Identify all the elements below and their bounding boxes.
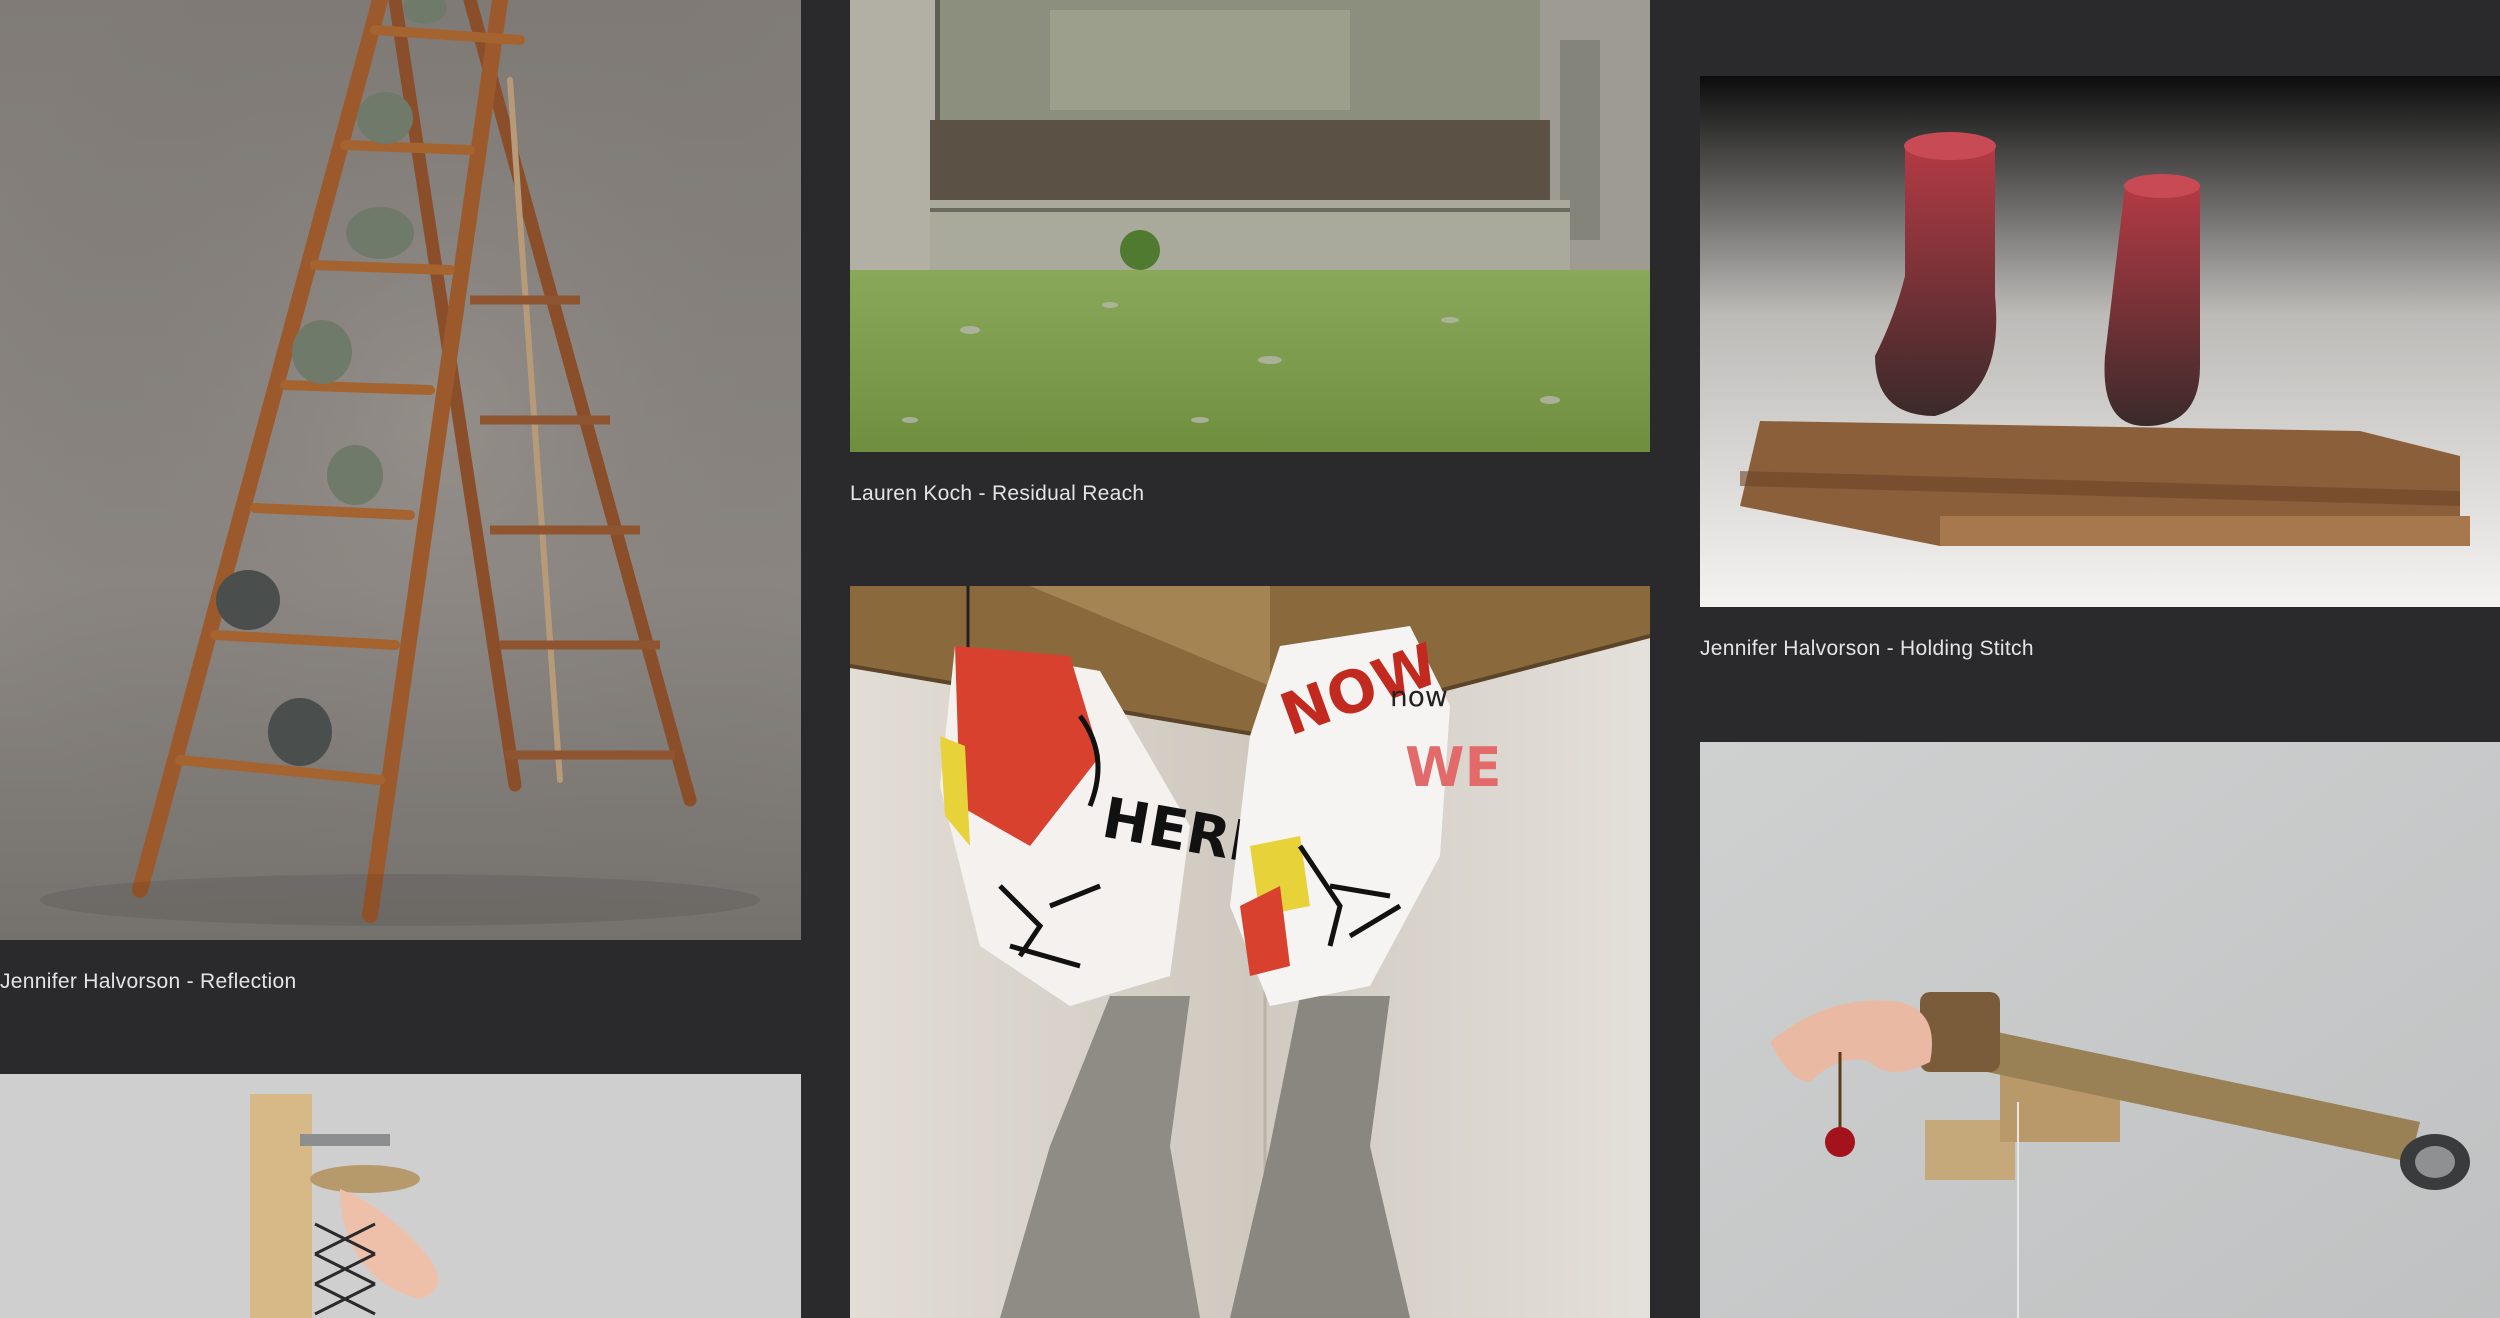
artwork-caption-residual-reach[interactable]: Lauren Koch - Residual Reach <box>850 482 1144 506</box>
svg-text:WE: WE <box>1405 736 1501 799</box>
artwork-image-residual-reach[interactable] <box>850 0 1650 452</box>
svg-text:now: now <box>1390 680 1448 713</box>
artwork-image-hand-cherry[interactable] <box>1700 742 2500 1318</box>
artwork-gallery: Jennifer Halvorson - Reflection Lauren K… <box>0 0 2500 1318</box>
artwork-caption-holding-stitch[interactable]: Jennifer Halvorson - Holding Stitch <box>1700 637 2034 661</box>
artwork-image-hand-scissor[interactable] <box>0 1074 801 1318</box>
artwork-caption-reflection[interactable]: Jennifer Halvorson - Reflection <box>0 970 296 994</box>
artwork-image-graffiti-forms[interactable]: HERE NOW now WE <box>850 586 1650 1318</box>
artwork-image-reflection[interactable] <box>0 0 801 940</box>
artwork-image-holding-stitch[interactable] <box>1700 76 2500 607</box>
